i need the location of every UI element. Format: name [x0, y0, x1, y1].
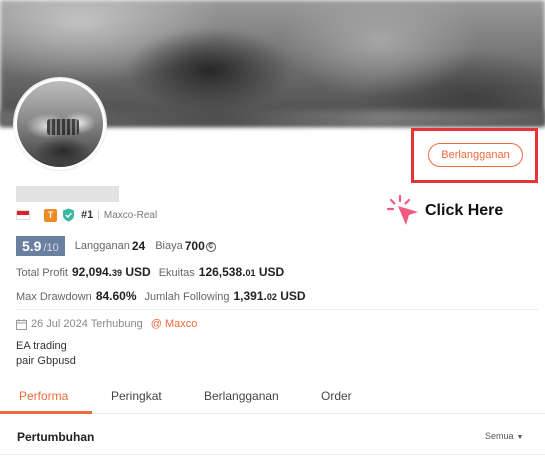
fee-label: Biaya [155, 240, 183, 252]
score-max: /10 [43, 242, 59, 254]
description-line: pair Gbpusd [16, 355, 76, 367]
score-value: 5.9 [22, 238, 42, 254]
avatar[interactable] [14, 78, 106, 170]
trader-name-redacted [16, 186, 119, 202]
indonesia-flag-icon [16, 210, 30, 220]
calendar-icon [16, 318, 27, 330]
click-here-annotation: Click Here [384, 192, 503, 230]
broker-link[interactable]: @ Maxco [151, 318, 198, 330]
connected-date: 26 Jul 2024 Terhubung [31, 318, 143, 330]
description-line: EA trading [16, 340, 67, 352]
section-title: Pertumbuhan [17, 430, 95, 444]
equity-value: 126,538.01 USD [198, 265, 285, 279]
tab-peringkat[interactable]: Peringkat [111, 389, 162, 403]
trader-level-badge: T [44, 208, 57, 222]
connection-info: 26 Jul 2024 Terhubung @ Maxco [16, 318, 197, 330]
period-filter-dropdown[interactable]: Semua ▼ [485, 431, 523, 441]
equity-label: Ekuitas [158, 267, 195, 279]
stats-divider [16, 309, 538, 310]
score-badge: 5.9 /10 [16, 236, 65, 256]
total-profit-label: Total Profit [16, 267, 68, 279]
subscribe-button[interactable]: Berlangganan [428, 143, 523, 167]
tab-performa[interactable]: Performa [19, 389, 68, 403]
cursor-click-icon [386, 194, 418, 225]
tab-order[interactable]: Order [321, 389, 352, 403]
click-here-label: Click Here [425, 202, 504, 219]
max-drawdown-label: Max Drawdown [16, 291, 92, 303]
following-value: 1,391.02 USD [233, 289, 306, 303]
profile-tabs: Performa Peringkat Berlangganan Order [0, 382, 545, 414]
total-profit-value: 92,094.39 USD [71, 265, 151, 279]
caret-down-icon: ▼ [516, 434, 524, 441]
coin-icon: ₵ [205, 241, 216, 252]
subscribers-value: 24 [131, 239, 146, 253]
profit-row: Total Profit 92,094.39 USD Ekuitas 126,5… [16, 265, 292, 279]
max-drawdown-value: 84.60% [95, 289, 137, 303]
section-divider [0, 454, 545, 455]
score-row: 5.9 /10 Langganan 24 Biaya 700 ₵ [16, 236, 226, 256]
car-grille-decoration [47, 119, 79, 135]
filter-label: Semua [485, 431, 514, 441]
active-tab-indicator [0, 411, 92, 414]
trader-badges: T #1 | Maxco-Real [16, 208, 157, 222]
strategy-description: EA trading pair Gbpusd [16, 339, 76, 369]
drawdown-row: Max Drawdown 84.60% Jumlah Following 1,3… [16, 289, 314, 303]
fee-value: 700 [184, 239, 205, 253]
broker-account-label: Maxco-Real [103, 209, 158, 221]
following-label: Jumlah Following [144, 291, 230, 303]
badge-separator: | [97, 209, 100, 221]
fee-value-wrap: 700 ₵ [185, 239, 216, 253]
tab-berlangganan[interactable]: Berlangganan [204, 389, 279, 403]
subscribers-label: Langganan [74, 240, 130, 252]
verified-shield-icon [63, 208, 74, 222]
rank-badge: #1 [81, 209, 94, 221]
